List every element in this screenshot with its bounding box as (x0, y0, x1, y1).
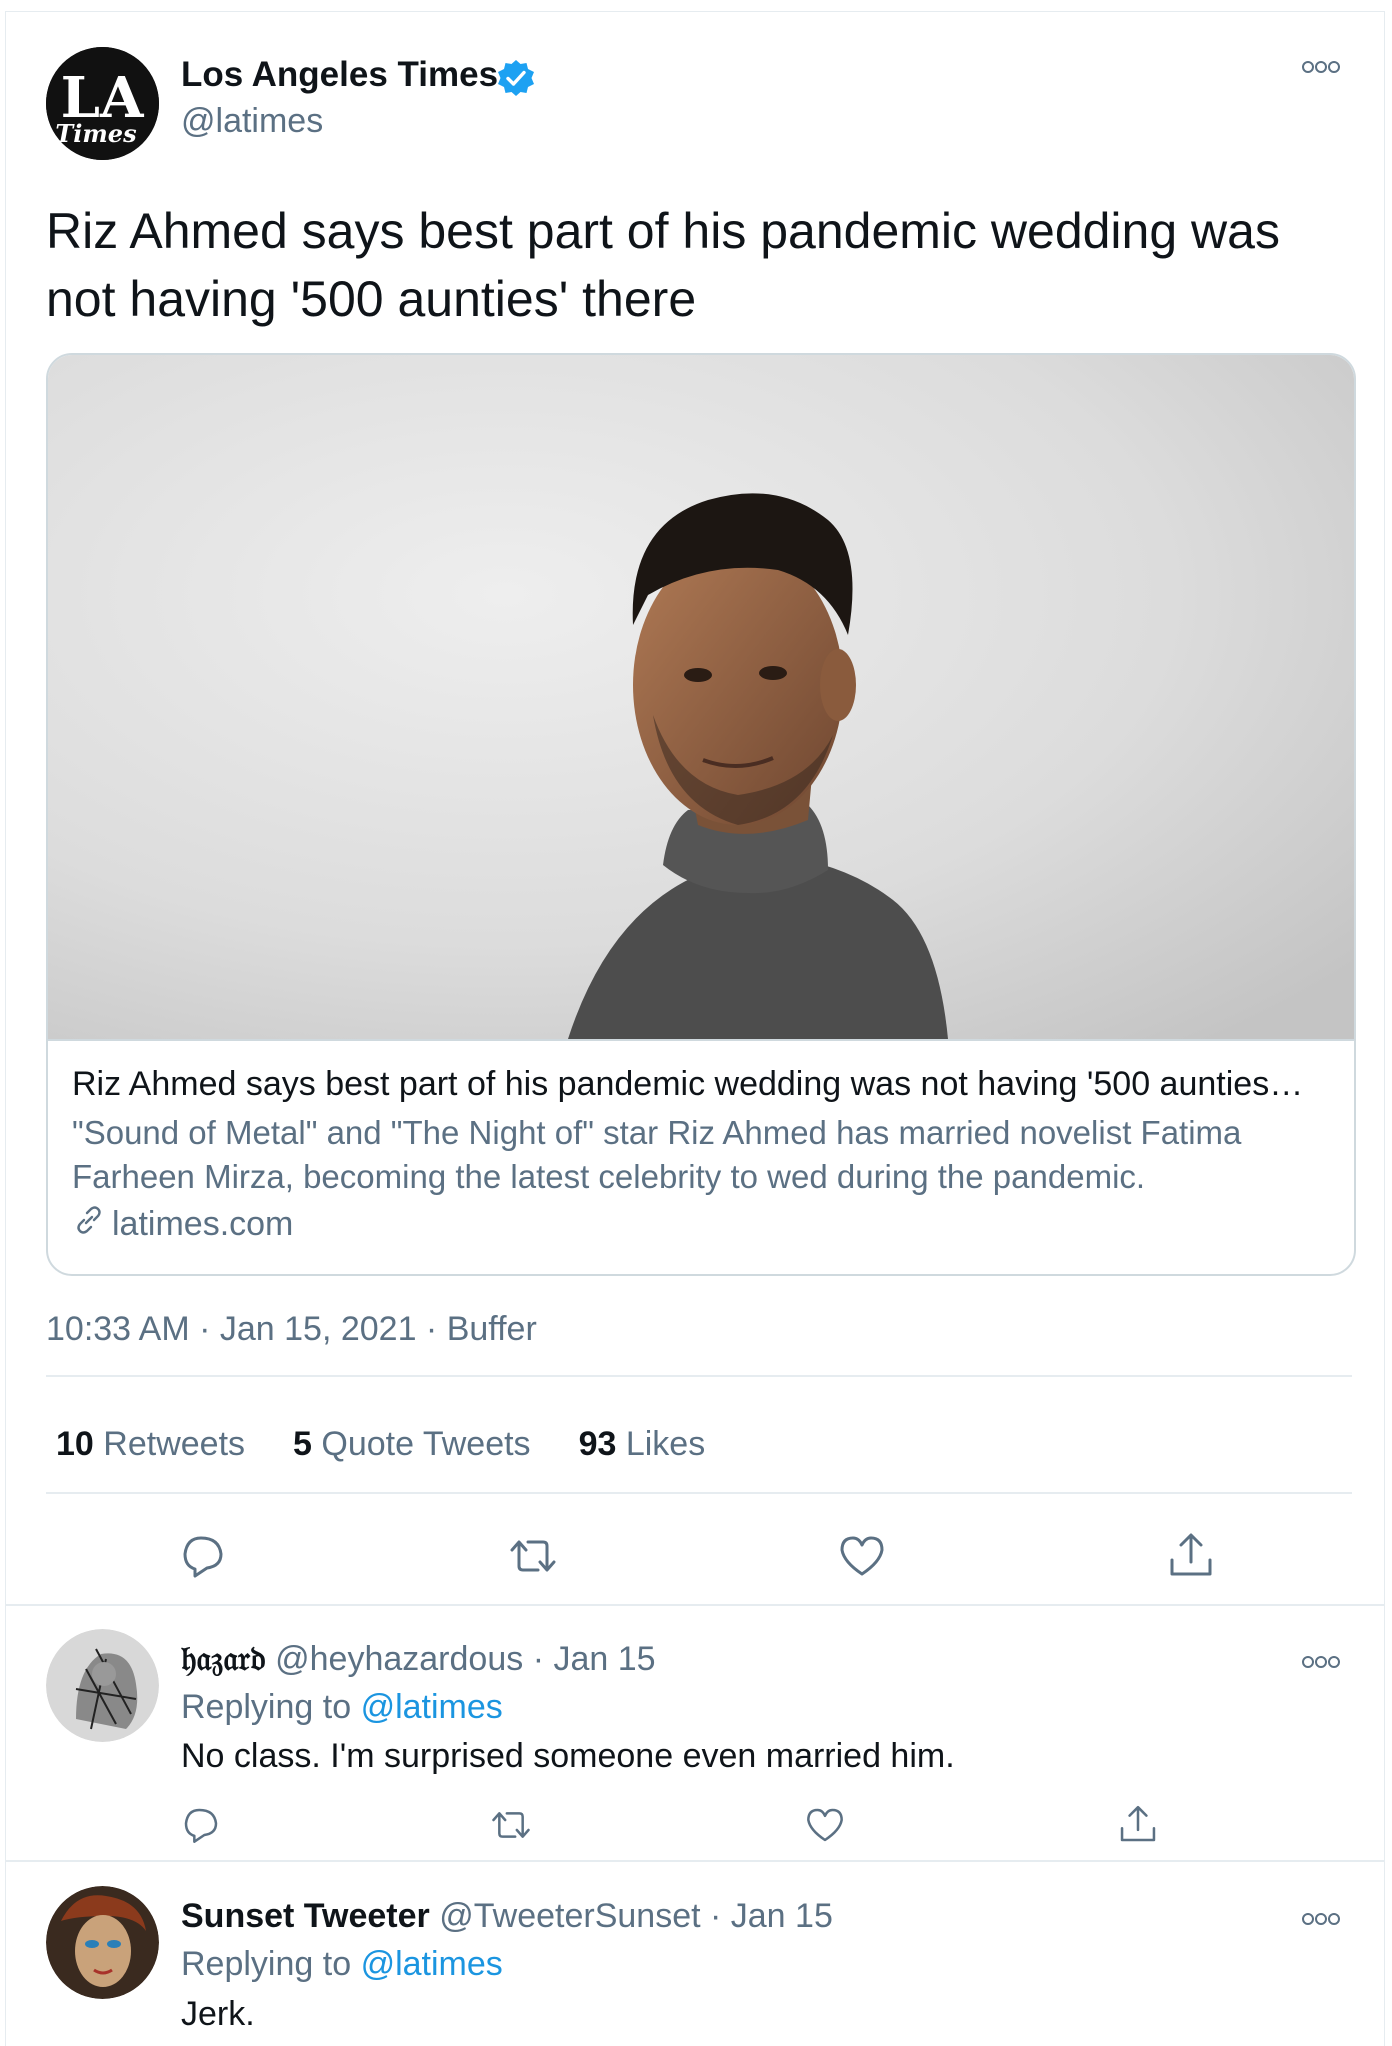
retweets-stat[interactable]: 10 Retweets (56, 1425, 245, 1464)
tweet-stats: 10 Retweets 5 Quote Tweets 93 Likes (56, 1425, 705, 1464)
reply-text: Jerk. (181, 1995, 255, 2033)
divider (46, 1492, 1352, 1494)
reply-header: 𝔥𝔞𝔷𝔞𝔯𝔡 @heyhazardous · Jan 15 (181, 1640, 656, 1679)
card-domain: latimes.com (72, 1203, 293, 1246)
like-icon[interactable] (838, 1532, 886, 1580)
tweet-text: Riz Ahmed says best part of his pandemic… (46, 203, 1280, 327)
likes-label: Likes (625, 1425, 706, 1463)
reply-author-handle[interactable]: @heyhazardous (275, 1640, 523, 1678)
card-domain-text: latimes.com (112, 1205, 294, 1243)
reply-date[interactable]: · Jan 15 (710, 1897, 833, 1935)
more-icon[interactable] (1301, 1912, 1341, 1926)
retweet-icon[interactable] (506, 1532, 560, 1580)
retweets-count: 10 (56, 1425, 94, 1463)
reply-icon[interactable] (179, 1532, 227, 1580)
author-name[interactable]: Los Angeles Times (181, 55, 498, 95)
reply-author-name[interactable]: 𝔥𝔞𝔷𝔞𝔯𝔡 (181, 1640, 266, 1678)
retweets-label: Retweets (103, 1425, 246, 1463)
card-image (48, 355, 1354, 1041)
reply-icon[interactable] (181, 1805, 221, 1845)
retweet-icon[interactable] (488, 1805, 534, 1845)
replying-prefix: Replying to (181, 1688, 352, 1726)
more-icon[interactable] (1301, 1655, 1341, 1669)
divider (6, 1860, 1384, 1862)
reply-avatar[interactable] (46, 1886, 159, 1999)
link-icon (72, 1203, 106, 1246)
quotes-count: 5 (293, 1425, 312, 1463)
share-icon[interactable] (1117, 1803, 1159, 1845)
replying-to: Replying to @latimes (181, 1945, 503, 1984)
quotes-label: Quote Tweets (321, 1425, 531, 1463)
likes-stat[interactable]: 93 Likes (579, 1425, 706, 1464)
reply-header: Sunset Tweeter @TweeterSunset · Jan 15 (181, 1897, 833, 1936)
share-icon[interactable] (1166, 1530, 1216, 1580)
author-handle[interactable]: @latimes (181, 102, 323, 141)
link-card[interactable]: Riz Ahmed says best part of his pandemic… (46, 353, 1356, 1276)
tweet-page: LA Times Los Angeles Times @latimes Riz … (0, 0, 1392, 2046)
timeline-column: LA Times Los Angeles Times @latimes Riz … (5, 11, 1385, 2046)
quote-tweets-stat[interactable]: 5 Quote Tweets (293, 1425, 531, 1464)
verified-icon (496, 58, 536, 98)
like-icon[interactable] (805, 1805, 845, 1845)
likes-count: 93 (578, 1425, 617, 1463)
svg-text:Times: Times (55, 119, 137, 148)
reply-date[interactable]: · Jan 15 (533, 1640, 656, 1678)
tweet-timestamp[interactable]: 10:33 AM · Jan 15, 2021 · Buffer (46, 1310, 537, 1349)
divider (6, 1604, 1384, 1606)
replying-to: Replying to @latimes (181, 1688, 503, 1727)
card-title: Riz Ahmed says best part of his pandemic… (72, 1065, 1304, 1103)
reply-author-handle[interactable]: @TweeterSunset (439, 1897, 700, 1935)
replying-to-link[interactable]: @latimes (361, 1688, 503, 1726)
card-description: "Sound of Metal" and "The Night of" star… (72, 1114, 1242, 1195)
latimes-avatar[interactable]: LA Times (46, 47, 159, 160)
divider (46, 1375, 1352, 1377)
reply-avatar[interactable] (46, 1629, 159, 1742)
replying-prefix: Replying to (181, 1945, 352, 1983)
reply-author-name[interactable]: Sunset Tweeter (181, 1897, 430, 1935)
reply-text: No class. I'm surprised someone even mar… (181, 1737, 955, 1775)
more-icon[interactable] (1301, 60, 1341, 74)
replying-to-link[interactable]: @latimes (361, 1945, 503, 1983)
